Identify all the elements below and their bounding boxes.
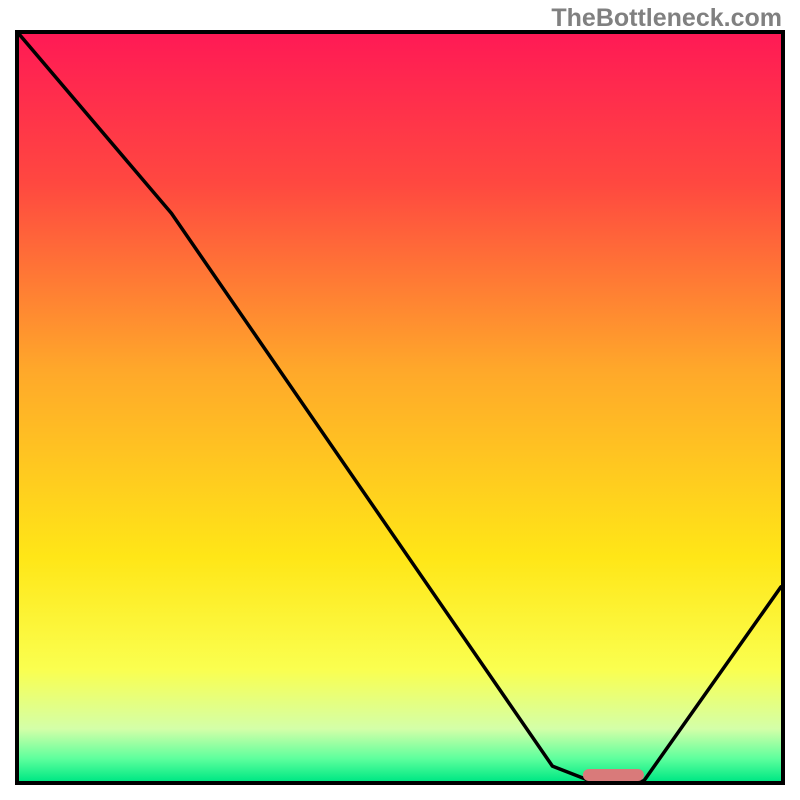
chart-container: TheBottleneck.com xyxy=(0,0,800,800)
plot-frame xyxy=(15,30,785,785)
chart-svg xyxy=(19,34,781,781)
watermark-text: TheBottleneck.com xyxy=(551,4,782,33)
optimal-marker xyxy=(583,769,644,781)
gradient-background xyxy=(19,34,781,781)
